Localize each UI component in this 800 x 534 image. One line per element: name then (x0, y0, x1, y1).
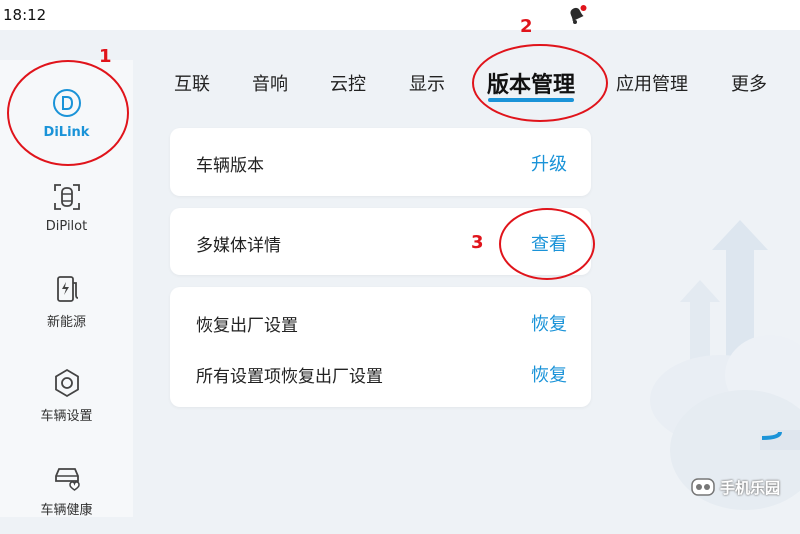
vehicle-version-card: 车辆版本 升级 (170, 128, 591, 196)
watermark-logo-icon (691, 478, 715, 496)
notification-bell-icon[interactable] (566, 4, 588, 26)
annotation-circle-3 (499, 208, 595, 280)
sidebar-item-label: 车辆设置 (40, 408, 93, 424)
all-settings-reset-button[interactable]: 恢复 (531, 361, 567, 387)
sidebar-item-dipilot[interactable]: DiPilot (0, 162, 133, 252)
cloud-arrow-illustration (650, 220, 800, 510)
watermark-text: 手机乐园 (720, 478, 781, 497)
upgrade-button[interactable]: 升级 (531, 150, 567, 176)
all-settings-reset-row: 所有设置项恢复出厂设置 恢复 (170, 353, 591, 393)
tab-display[interactable]: 显示 (409, 70, 445, 96)
clock: 18:12 (3, 6, 47, 24)
status-bar: 18:12 (0, 0, 800, 30)
sidebar-item-label: 新能源 (46, 314, 86, 330)
reset-card: 恢复出厂设置 恢复 所有设置项恢复出厂设置 恢复 (170, 287, 591, 407)
annotation-number-2: 2 (520, 16, 533, 37)
annotation-circle-1 (7, 60, 129, 166)
sidebar-item-vehicle-health[interactable]: 车辆健康 (0, 444, 133, 534)
charger-icon (56, 275, 78, 302)
sidebar-item-label: DiPilot (45, 218, 88, 234)
factory-reset-row: 恢复出厂设置 恢复 (170, 302, 591, 342)
car-sensor-icon (53, 183, 80, 210)
sidebar-item-new-energy[interactable]: 新能源 (0, 256, 133, 346)
factory-reset-button[interactable]: 恢复 (531, 310, 567, 336)
tab-app-management[interactable]: 应用管理 (616, 70, 688, 96)
sidebar-item-label: 车辆健康 (40, 502, 93, 518)
multimedia-details-label: 多媒体详情 (196, 236, 281, 256)
car-heart-icon (54, 467, 80, 491)
annotation-circle-2 (472, 44, 608, 122)
tab-more[interactable]: 更多 (731, 70, 767, 96)
tab-audio[interactable]: 音响 (252, 70, 288, 96)
vehicle-version-label: 车辆版本 (196, 156, 264, 176)
hexagon-gear-icon (54, 368, 79, 397)
tab-connect[interactable]: 互联 (174, 70, 210, 96)
vehicle-version-row: 车辆版本 升级 (170, 142, 591, 182)
tab-cloud-control[interactable]: 云控 (330, 70, 366, 96)
annotation-number-1: 1 (99, 46, 112, 67)
sidebar-item-vehicle-settings[interactable]: 车辆设置 (0, 350, 133, 440)
watermark: 手机乐园 (690, 476, 780, 498)
all-settings-reset-label: 所有设置项恢复出厂设置 (196, 367, 383, 387)
annotation-number-3: 3 (471, 232, 484, 253)
factory-reset-label: 恢复出厂设置 (196, 316, 298, 336)
